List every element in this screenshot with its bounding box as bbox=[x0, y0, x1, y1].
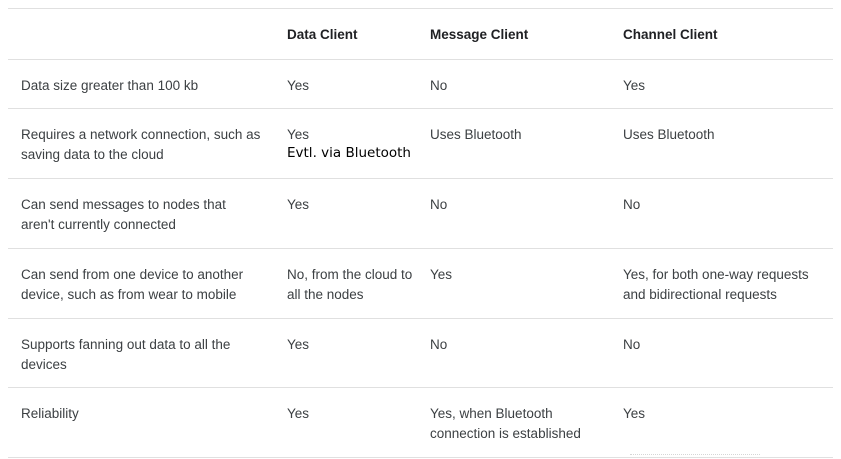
faint-artifact-divider bbox=[630, 454, 760, 458]
header-data-client: Data Client bbox=[287, 27, 358, 42]
data-client-value: Yes bbox=[287, 127, 310, 142]
channel-client-cell: No bbox=[623, 197, 641, 212]
table-row: Requires a network connection, such as s… bbox=[8, 109, 833, 179]
data-client-cell: Yes bbox=[287, 337, 310, 352]
message-client-cell: Yes bbox=[430, 267, 453, 282]
data-client-cell: Yes bbox=[287, 406, 310, 421]
feature-cell: Can send messages to nodes that aren't c… bbox=[21, 197, 226, 232]
feature-cell: Requires a network connection, such as s… bbox=[21, 127, 261, 162]
table-row: Reliability Yes Yes, when Bluetooth conn… bbox=[8, 388, 833, 458]
data-client-cell: Yes bbox=[287, 78, 310, 93]
table-row: Can send from one device to another devi… bbox=[8, 249, 833, 319]
data-client-cell: Yes Evtl. via Bluetooth bbox=[287, 125, 417, 163]
message-client-cell: No bbox=[430, 197, 448, 212]
feature-cell: Reliability bbox=[21, 406, 79, 421]
channel-client-cell: Uses Bluetooth bbox=[623, 127, 715, 142]
client-comparison-table: Data Client Message Client Channel Clien… bbox=[8, 8, 833, 458]
header-message-client: Message Client bbox=[430, 27, 529, 42]
data-client-cell: No, from the cloud to all the nodes bbox=[287, 267, 413, 302]
data-client-cell: Yes bbox=[287, 197, 310, 212]
table-row: Can send messages to nodes that aren't c… bbox=[8, 179, 833, 249]
table-row: Supports fanning out data to all the dev… bbox=[8, 319, 833, 388]
message-client-cell: No bbox=[430, 78, 448, 93]
channel-client-cell: Yes bbox=[623, 406, 646, 421]
message-client-cell: Yes, when Bluetooth connection is establ… bbox=[430, 406, 581, 441]
feature-cell: Can send from one device to another devi… bbox=[21, 267, 244, 302]
channel-client-cell: No bbox=[623, 337, 641, 352]
table-row: Data size greater than 100 kb Yes No Yes bbox=[8, 60, 833, 109]
table-header-row: Data Client Message Client Channel Clien… bbox=[8, 9, 833, 60]
channel-client-cell: Yes bbox=[623, 78, 646, 93]
message-client-cell: No bbox=[430, 337, 448, 352]
header-channel-client: Channel Client bbox=[623, 27, 718, 42]
message-client-cell: Uses Bluetooth bbox=[430, 127, 522, 142]
channel-client-cell: Yes, for both one-way requests and bidir… bbox=[623, 267, 809, 302]
handwritten-annotation: Evtl. via Bluetooth bbox=[287, 145, 411, 161]
feature-cell: Supports fanning out data to all the dev… bbox=[21, 337, 231, 372]
feature-cell: Data size greater than 100 kb bbox=[21, 78, 199, 93]
